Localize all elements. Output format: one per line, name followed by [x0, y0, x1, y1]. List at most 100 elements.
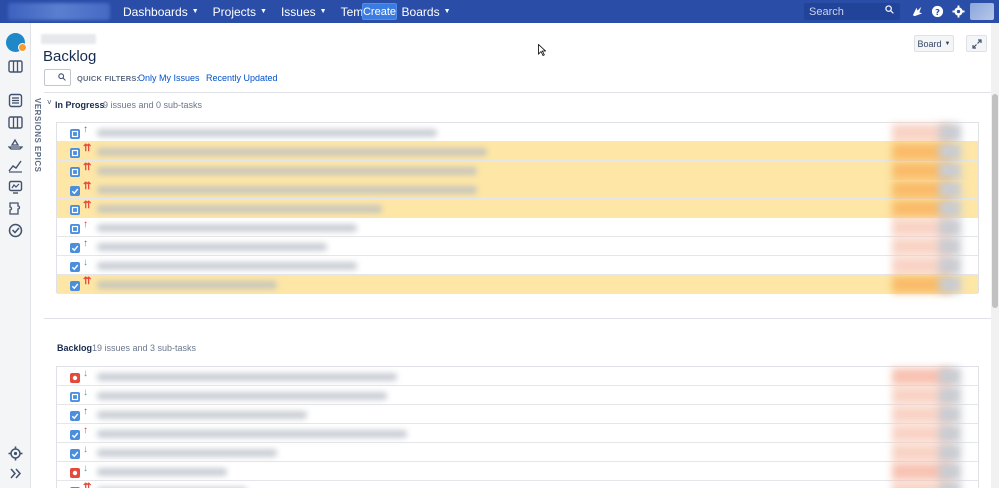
issue-row[interactable]: ⇈: [57, 161, 978, 180]
priority-highest-icon: ⇈: [83, 181, 92, 192]
jira-logo[interactable]: [8, 3, 110, 20]
settings-icon[interactable]: [952, 5, 965, 18]
issue-summary[interactable]: [97, 205, 382, 213]
create-button[interactable]: Create: [362, 3, 397, 20]
issue-row[interactable]: ↓: [57, 462, 978, 481]
releases-icon[interactable]: [8, 136, 23, 151]
backlog-icon[interactable]: [8, 93, 23, 108]
issue-row[interactable]: ↓: [57, 256, 978, 275]
issue-assignee[interactable]: [939, 200, 961, 217]
issue-assignee[interactable]: [939, 368, 961, 385]
nav-menu: Dashboards▼ Projects▼ Issues▼ Tempo▼ Boa…: [123, 0, 465, 23]
issue-summary[interactable]: [97, 373, 397, 381]
issue-assignee[interactable]: [939, 425, 961, 442]
issues-icon[interactable]: [8, 180, 23, 195]
issue-row[interactable]: ⇈: [57, 275, 978, 294]
notification-badge: [18, 43, 27, 52]
divider: [44, 318, 991, 319]
priority-highest-icon: ⇈: [83, 162, 92, 173]
issue-assignee[interactable]: [939, 257, 961, 274]
help-icon[interactable]: ?: [931, 5, 944, 18]
issue-summary[interactable]: [97, 430, 407, 438]
issue-assignee[interactable]: [939, 181, 961, 198]
quick-filter-only-my-issues[interactable]: Only My Issues: [138, 73, 200, 83]
issue-summary[interactable]: [97, 167, 477, 175]
story-type-icon: [70, 147, 80, 158]
issue-assignee[interactable]: [939, 463, 961, 480]
issue-summary[interactable]: [97, 262, 357, 270]
priority-low-icon: ↓: [83, 368, 88, 379]
issue-summary[interactable]: [97, 468, 227, 476]
chevron-down-icon: ▼: [191, 8, 199, 15]
issue-summary[interactable]: [97, 186, 477, 194]
notifications-icon[interactable]: [911, 5, 924, 18]
tempo-icon[interactable]: [8, 223, 23, 238]
backlog-issue-list: ↓ ↓ ↑ ↑ ↓ ↓ ⇈: [56, 366, 979, 488]
issue-row[interactable]: ⇈: [57, 142, 978, 161]
components-icon[interactable]: [8, 201, 23, 216]
issue-assignee[interactable]: [939, 238, 961, 255]
priority-highest-icon: ⇈: [83, 200, 92, 211]
issue-assignee[interactable]: [939, 406, 961, 423]
reports-icon[interactable]: [8, 158, 23, 173]
backlog-title[interactable]: Backlog: [57, 343, 92, 353]
board-icon[interactable]: [8, 59, 23, 74]
issue-assignee[interactable]: [939, 162, 961, 179]
issue-row[interactable]: ↑: [57, 424, 978, 443]
user-avatar[interactable]: [970, 3, 994, 20]
sprint-title[interactable]: In Progress: [55, 100, 105, 110]
issue-summary[interactable]: [97, 411, 307, 419]
nav-boards[interactable]: Boards ▼: [402, 5, 451, 19]
priority-highest-icon: ⇈: [83, 482, 92, 488]
issue-row[interactable]: ↑: [57, 218, 978, 237]
backlog-search-input[interactable]: [44, 69, 71, 86]
issue-assignee[interactable]: [939, 143, 961, 160]
collapse-chevron-icon[interactable]: ˅: [47, 98, 52, 107]
search-input[interactable]: Search: [804, 3, 900, 20]
issue-summary[interactable]: [97, 392, 387, 400]
chevron-down-icon: ▼: [944, 40, 951, 47]
issue-summary[interactable]: [97, 148, 487, 156]
board-dropdown-button[interactable]: Board ▼: [914, 35, 954, 52]
task-type-icon: [70, 242, 80, 253]
issue-assignee[interactable]: [939, 387, 961, 404]
issue-assignee[interactable]: [939, 276, 961, 293]
issue-assignee[interactable]: [939, 124, 961, 141]
priority-high-icon: ↑: [83, 238, 88, 249]
issue-assignee[interactable]: [939, 444, 961, 461]
task-type-icon: [70, 410, 80, 421]
issue-summary[interactable]: [97, 281, 277, 289]
epics-tab[interactable]: EPICS: [33, 146, 42, 173]
issue-summary[interactable]: [97, 449, 277, 457]
issue-assignee[interactable]: [939, 482, 961, 488]
sprint-issue-list: ↑ ⇈ ⇈ ⇈ ⇈ ↑ ↑ ↓ ⇈: [56, 122, 979, 294]
svg-text:?: ?: [935, 7, 940, 17]
issue-row[interactable]: ↑: [57, 237, 978, 256]
nav-issues[interactable]: Issues ▼: [281, 5, 327, 19]
project-settings-icon[interactable]: [8, 446, 23, 461]
issue-row[interactable]: ⇈: [57, 481, 978, 488]
issue-row[interactable]: ↓: [57, 386, 978, 405]
quick-filter-recently-updated[interactable]: Recently Updated: [206, 73, 278, 83]
mouse-cursor-icon: [538, 44, 546, 56]
nav-dashboards[interactable]: Dashboards ▼: [123, 5, 199, 19]
issue-row[interactable]: ↑: [57, 405, 978, 424]
issue-row[interactable]: ⇈: [57, 180, 978, 199]
issue-row[interactable]: ↑: [57, 123, 978, 142]
story-type-icon: [70, 223, 80, 234]
issue-row[interactable]: ⇈: [57, 199, 978, 218]
issue-row[interactable]: ↓: [57, 367, 978, 386]
versions-tab[interactable]: VERSIONS: [33, 98, 42, 143]
issue-assignee[interactable]: [939, 219, 961, 236]
story-type-icon: [70, 204, 80, 215]
nav-projects[interactable]: Projects ▼: [213, 5, 267, 19]
breadcrumb[interactable]: [41, 34, 96, 44]
issue-summary[interactable]: [97, 129, 437, 137]
expand-sidebar-icon[interactable]: [8, 466, 23, 481]
issue-row[interactable]: ↓: [57, 443, 978, 462]
fullscreen-button[interactable]: [966, 35, 987, 52]
issue-summary[interactable]: [97, 243, 327, 251]
issue-summary[interactable]: [97, 224, 357, 232]
scrollbar-thumb[interactable]: [992, 94, 998, 308]
active-sprints-icon[interactable]: [8, 115, 23, 130]
